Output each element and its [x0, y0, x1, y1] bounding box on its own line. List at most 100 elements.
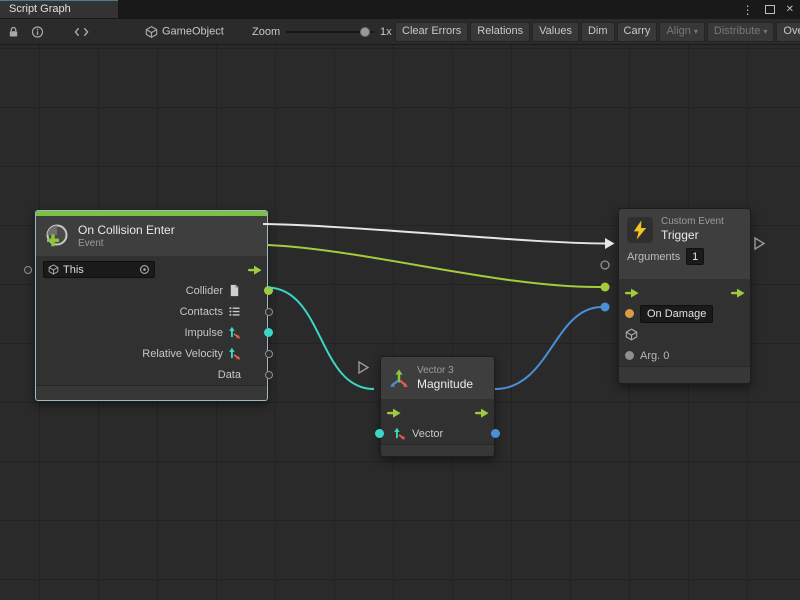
port-label: Vector	[412, 428, 443, 440]
magnitude-node-titles: Vector 3 Magnitude	[417, 365, 473, 392]
collision-node-header[interactable]: On Collision Enter Event	[36, 216, 267, 256]
flow-input-port[interactable]	[625, 288, 639, 298]
node-type-label: Custom Event	[661, 216, 724, 228]
node-custom-event-trigger[interactable]: Custom Event Trigger Arguments 1 On Dama…	[618, 208, 751, 384]
node-footer	[619, 366, 750, 383]
info-icon[interactable]	[31, 25, 44, 38]
target-object-field[interactable]: This	[43, 261, 155, 278]
arg0-input-port[interactable]	[625, 351, 634, 360]
more-icon[interactable]: ⋮	[742, 4, 754, 16]
port-label: Data	[218, 369, 241, 381]
tab-script-graph[interactable]: Script Graph	[0, 0, 118, 18]
zoom-slider-track[interactable]	[286, 31, 374, 33]
port-label: Contacts	[180, 306, 223, 318]
node-title: Magnitude	[417, 377, 473, 392]
node-title: On Collision Enter	[78, 223, 175, 238]
gameobject-label: GameObject	[162, 26, 224, 38]
node-type-label: Vector 3	[417, 365, 473, 377]
toolbar-buttons: Clear Errors Relations Values Dim Carry …	[395, 22, 800, 42]
port-label: Arg. 0	[640, 350, 669, 362]
zoom-value: 1x	[380, 26, 392, 38]
event-name-field[interactable]: On Damage	[640, 305, 713, 323]
flow-input-port[interactable]	[387, 408, 401, 418]
collider-document-icon	[228, 284, 241, 297]
zoom-slider[interactable]	[286, 31, 374, 33]
port-label: Impulse	[184, 327, 223, 339]
port-label: Relative Velocity	[142, 348, 223, 360]
flow-output-port[interactable]	[731, 288, 745, 298]
event-name-port[interactable]	[625, 309, 634, 318]
node-footer	[36, 385, 267, 400]
align-dropdown[interactable]: Align ▾	[659, 22, 704, 42]
gameobject-icon	[625, 328, 638, 341]
contacts-output-port[interactable]	[265, 308, 273, 316]
port-label: Collider	[186, 285, 223, 297]
close-icon[interactable]: ✕	[786, 5, 794, 15]
relations-button[interactable]: Relations	[470, 22, 530, 42]
magnitude-output-port[interactable]	[491, 429, 500, 438]
graph-toolbar: GameObject Zoom 1x Clear Errors Relation…	[0, 19, 800, 45]
arguments-row: Arguments 1	[627, 248, 742, 265]
collider-output-port[interactable]	[264, 286, 273, 295]
graph-canvas[interactable]: On Collision Enter Event This Collider	[0, 45, 800, 600]
clear-errors-button[interactable]: Clear Errors	[395, 22, 468, 42]
zoom-slider-handle[interactable]	[360, 27, 370, 37]
flow-output-port[interactable]	[248, 265, 262, 275]
chevron-down-icon: ▾	[763, 27, 767, 36]
arguments-count-field[interactable]: 1	[686, 248, 704, 265]
collision-node-titles: On Collision Enter Event	[78, 223, 175, 250]
gameobject-cube-icon	[145, 25, 158, 38]
magnitude-node-body: Vector	[381, 399, 494, 444]
gameobject-icon	[48, 264, 59, 275]
target-row: This	[36, 259, 267, 280]
event-name-row: On Damage	[619, 303, 750, 324]
arg0-input-row: Arg. 0	[619, 345, 750, 366]
zoom-label: Zoom	[252, 26, 280, 38]
lock-icon[interactable]	[7, 25, 20, 38]
vector3-axes-icon	[393, 427, 406, 440]
impulse-output-row: Impulse	[36, 322, 267, 343]
collider-output-row: Collider	[36, 280, 267, 301]
flow-output-port[interactable]	[475, 408, 489, 418]
relative-velocity-output-row: Relative Velocity	[36, 343, 267, 364]
overview-button[interactable]: Overv	[776, 22, 800, 42]
distribute-dropdown[interactable]: Distribute▾	[707, 22, 774, 42]
code-icon[interactable]	[74, 26, 89, 38]
data-output-row: Data	[36, 364, 267, 385]
custom-event-node-body: On Damage Arg. 0	[619, 279, 750, 366]
node-footer	[381, 444, 494, 456]
contacts-list-icon	[228, 305, 241, 318]
title-bar: Script Graph ⋮ ✕	[0, 0, 800, 20]
vector-input-row: Vector	[381, 423, 494, 444]
vector3-axes-icon	[228, 347, 241, 360]
align-label: Align	[666, 25, 690, 37]
impulse-output-port[interactable]	[264, 328, 273, 337]
tab-label: Script Graph	[9, 3, 71, 15]
data-output-port[interactable]	[265, 371, 273, 379]
target-value: This	[63, 264, 84, 276]
contacts-output-row: Contacts	[36, 301, 267, 322]
custom-event-node-titles: Custom Event Trigger	[661, 216, 724, 243]
flow-row	[619, 282, 750, 303]
target-row	[619, 324, 750, 345]
object-picker-icon[interactable]	[139, 264, 150, 275]
carry-button[interactable]: Carry	[617, 22, 658, 42]
maximize-icon[interactable]	[765, 5, 775, 14]
self-input-port[interactable]	[24, 266, 32, 274]
node-vector3-magnitude[interactable]: Vector 3 Magnitude Vector	[380, 356, 495, 457]
vector-input-port[interactable]	[375, 429, 384, 438]
node-title: Trigger	[661, 228, 724, 243]
relative-velocity-output-port[interactable]	[265, 350, 273, 358]
node-subtitle: Event	[78, 238, 175, 250]
vector3-axes-icon	[389, 368, 409, 388]
lightning-bolt-icon	[627, 217, 653, 243]
node-on-collision-enter[interactable]: On Collision Enter Event This Collider	[35, 210, 268, 401]
custom-event-node-header[interactable]: Custom Event Trigger Arguments 1	[619, 209, 750, 279]
values-button[interactable]: Values	[532, 22, 579, 42]
dim-button[interactable]: Dim	[581, 22, 615, 42]
chevron-down-icon: ▾	[694, 27, 698, 36]
gameobject-chip[interactable]: GameObject	[145, 25, 224, 38]
window-controls: ⋮ ✕	[742, 0, 794, 19]
collision-event-icon	[44, 223, 70, 249]
magnitude-node-header[interactable]: Vector 3 Magnitude	[381, 357, 494, 399]
